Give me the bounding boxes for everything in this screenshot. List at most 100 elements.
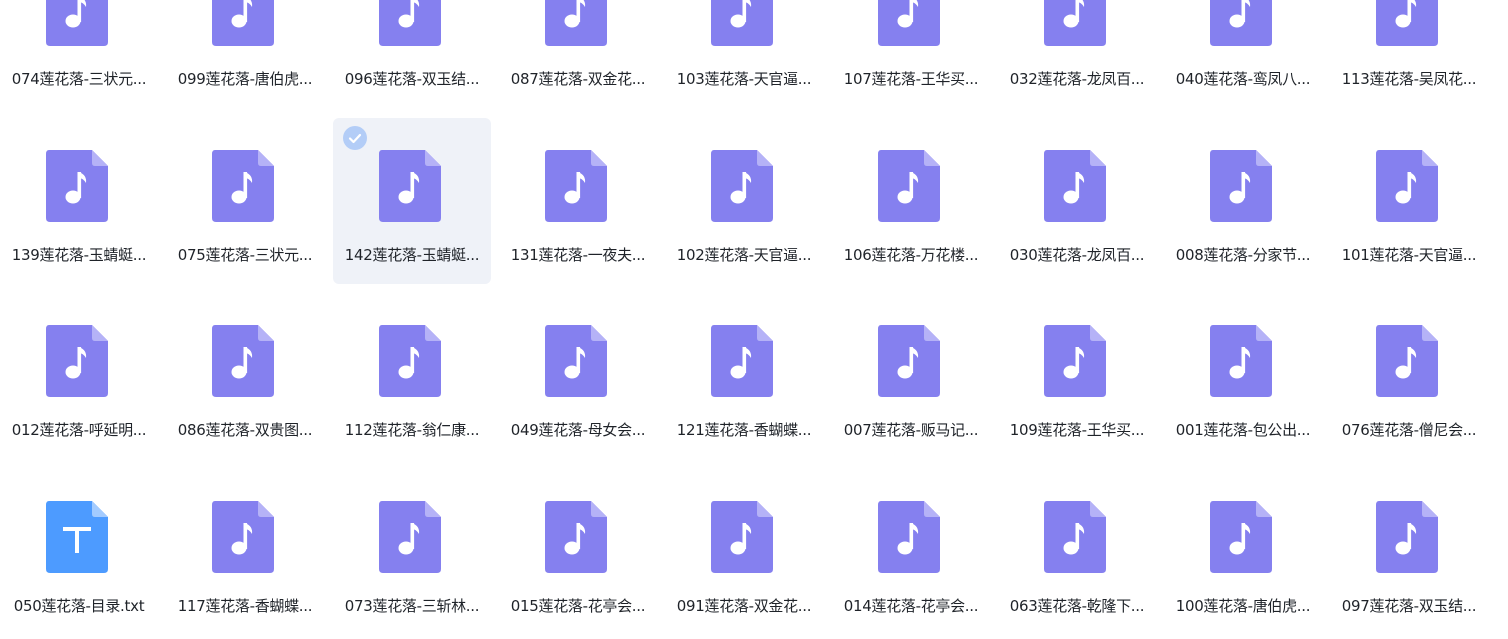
music-file-icon [545,150,607,222]
file-name: 121莲花落-香蝴蝶... [676,421,812,439]
music-file-icon [545,501,607,573]
file-name: 102莲花落-天官逼... [676,246,812,264]
file-item[interactable]: 096莲花落-双玉结... [333,0,491,108]
file-name: 112莲花落-翁仁康... [344,421,480,439]
file-name: 001莲花落-包公出... [1175,421,1311,439]
file-name: 117莲花落-香蝴蝶... [177,597,313,615]
music-file-icon [379,501,441,573]
file-item[interactable]: 107莲花落-王华买... [832,0,990,108]
file-item[interactable]: 101莲花落-天官逼... [1330,118,1488,284]
file-name: 008莲花落-分家节... [1175,246,1311,264]
file-name: 142莲花落-玉蜻蜓... [344,246,480,264]
file-item[interactable]: 008莲花落-分家节... [1164,118,1322,284]
file-name: 015莲花落-花亭会... [510,597,646,615]
music-file-icon [878,150,940,222]
music-file-icon [711,501,773,573]
file-item[interactable]: 109莲花落-王华买... [998,293,1156,459]
music-file-icon [46,325,108,397]
music-file-icon [1044,325,1106,397]
file-item[interactable]: 007莲花落-贩马记... [832,293,990,459]
music-file-icon [1376,325,1438,397]
music-file-icon [1044,0,1106,46]
file-name: 107莲花落-王华买... [843,70,979,88]
music-file-icon [212,325,274,397]
file-item[interactable]: 100莲花落-唐伯虎... [1164,469,1322,635]
file-name: 113莲花落-吴凤花... [1341,70,1477,88]
music-file-icon [1376,0,1438,46]
music-file-icon [878,501,940,573]
file-name: 087莲花落-双金花... [510,70,646,88]
music-file-icon [1210,325,1272,397]
music-file-icon [379,150,441,222]
file-name: 097莲花落-双玉结... [1341,597,1477,615]
text-file-icon [46,501,108,573]
file-name: 099莲花落-唐伯虎... [177,70,313,88]
file-name: 075莲花落-三状元... [177,246,313,264]
music-file-icon [379,0,441,46]
music-file-icon [1376,150,1438,222]
music-file-icon [545,0,607,46]
music-file-icon [1044,150,1106,222]
file-name: 100莲花落-唐伯虎... [1175,597,1311,615]
file-item[interactable]: 040莲花落-鸾凤八... [1164,0,1322,108]
file-name: 139莲花落-玉蜻蜓... [11,246,147,264]
file-item[interactable]: 139莲花落-玉蜻蜓... [0,118,158,284]
file-name: 049莲花落-母女会... [510,421,646,439]
file-item[interactable]: 117莲花落-香蝴蝶... [166,469,324,635]
file-name: 074莲花落-三状元... [11,70,147,88]
file-item[interactable]: 014莲花落-花亭会... [832,469,990,635]
file-name: 032莲花落-龙凤百... [1009,70,1145,88]
file-item[interactable]: 049莲花落-母女会... [499,293,657,459]
file-item[interactable]: 032莲花落-龙凤百... [998,0,1156,108]
music-file-icon [212,0,274,46]
file-name: 050莲花落-目录.txt [13,597,145,615]
music-file-icon [1044,501,1106,573]
file-name: 076莲花落-僧尼会... [1341,421,1477,439]
file-name: 063莲花落-乾隆下... [1009,597,1145,615]
music-file-icon [212,150,274,222]
file-name: 106莲花落-万花楼... [843,246,979,264]
file-name: 014莲花落-花亭会... [843,597,979,615]
file-item[interactable]: 030莲花落-龙凤百... [998,118,1156,284]
file-name: 103莲花落-天官逼... [676,70,812,88]
selected-check-icon[interactable] [343,126,367,150]
file-item[interactable]: 097莲花落-双玉结... [1330,469,1488,635]
file-item[interactable]: 086莲花落-双贵图... [166,293,324,459]
music-file-icon [212,501,274,573]
music-file-icon [545,325,607,397]
music-file-icon [1210,0,1272,46]
file-item[interactable]: 113莲花落-吴凤花... [1330,0,1488,108]
file-item[interactable]: 142莲花落-玉蜻蜓... [333,118,491,284]
file-name: 040莲花落-鸾凤八... [1175,70,1311,88]
file-name: 101莲花落-天官逼... [1341,246,1477,264]
music-file-icon [711,325,773,397]
file-item[interactable]: 076莲花落-僧尼会... [1330,293,1488,459]
music-file-icon [46,0,108,46]
file-item[interactable]: 112莲花落-翁仁康... [333,293,491,459]
file-grid: 074莲花落-三状元... 099莲花落-唐伯虎... 096莲花落-双玉结... 0… [0,0,1508,639]
file-item[interactable]: 121莲花落-香蝴蝶... [665,293,823,459]
file-item[interactable]: 099莲花落-唐伯虎... [166,0,324,108]
music-file-icon [878,0,940,46]
file-item[interactable]: 106莲花落-万花楼... [832,118,990,284]
file-item[interactable]: 015莲花落-花亭会... [499,469,657,635]
music-file-icon [1210,501,1272,573]
file-item[interactable]: 087莲花落-双金花... [499,0,657,108]
file-item[interactable]: 075莲花落-三状元... [166,118,324,284]
file-item[interactable]: 001莲花落-包公出... [1164,293,1322,459]
file-item[interactable]: 102莲花落-天官逼... [665,118,823,284]
file-item[interactable]: 074莲花落-三状元... [0,0,158,108]
file-name: 091莲花落-双金花... [676,597,812,615]
file-item[interactable]: 091莲花落-双金花... [665,469,823,635]
music-file-icon [711,0,773,46]
file-name: 131莲花落-一夜夫... [510,246,646,264]
music-file-icon [46,150,108,222]
file-item[interactable]: 131莲花落-一夜夫... [499,118,657,284]
file-item[interactable]: 103莲花落-天官逼... [665,0,823,108]
file-item[interactable]: 073莲花落-三斩林... [333,469,491,635]
file-item[interactable]: 063莲花落-乾隆下... [998,469,1156,635]
file-name: 109莲花落-王华买... [1009,421,1145,439]
file-item[interactable]: 050莲花落-目录.txt [0,469,158,635]
file-item[interactable]: 012莲花落-呼延明... [0,293,158,459]
music-file-icon [878,325,940,397]
